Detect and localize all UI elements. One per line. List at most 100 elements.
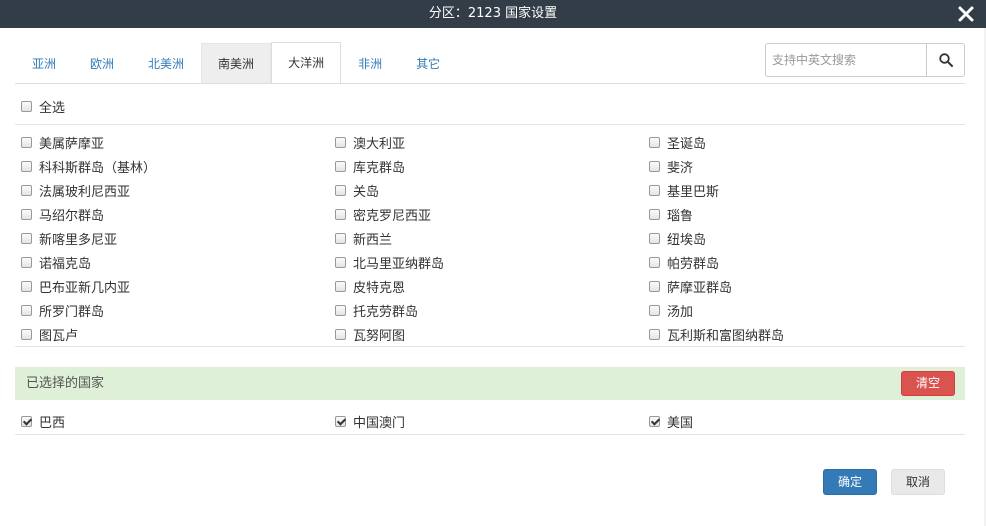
country-checkbox[interactable] xyxy=(335,280,346,292)
country-label: 所罗门群岛 xyxy=(39,304,105,320)
country-option[interactable]: 关岛 xyxy=(335,182,379,200)
country-checkbox[interactable] xyxy=(335,160,346,172)
country-label: 科科斯群岛（基林） xyxy=(39,160,157,176)
country-checkbox[interactable] xyxy=(649,208,660,220)
country-checkbox[interactable] xyxy=(335,304,346,316)
selected-country-option[interactable]: 中国澳门 xyxy=(335,413,406,431)
country-option[interactable]: 纽埃岛 xyxy=(649,230,707,248)
search-box xyxy=(765,43,965,77)
country-checkbox[interactable] xyxy=(21,280,32,292)
selected-countries-header: 已选择的国家 清空 xyxy=(15,367,965,400)
country-checkbox[interactable] xyxy=(21,328,32,340)
country-option[interactable]: 澳大利亚 xyxy=(335,134,406,152)
tab-europe[interactable]: 欧洲 xyxy=(73,43,131,83)
confirm-button[interactable]: 确定 xyxy=(823,469,877,495)
select-all-label: 全选 xyxy=(39,100,66,116)
country-checkbox[interactable] xyxy=(21,184,32,196)
country-option[interactable]: 图瓦卢 xyxy=(21,326,79,344)
tab-africa[interactable]: 非洲 xyxy=(341,43,399,83)
selected-country-option[interactable]: 美国 xyxy=(649,413,693,431)
country-checkbox[interactable] xyxy=(649,136,660,148)
country-checkbox[interactable] xyxy=(21,208,32,220)
country-option[interactable]: 基里巴斯 xyxy=(649,182,719,200)
country-option[interactable]: 瑙鲁 xyxy=(649,206,693,224)
tab-asia[interactable]: 亚洲 xyxy=(15,43,73,83)
country-label: 北马里亚纳群岛 xyxy=(353,256,445,272)
clear-button[interactable]: 清空 xyxy=(901,371,955,396)
country-option[interactable]: 斐济 xyxy=(649,158,693,176)
selected-country-checkbox[interactable] xyxy=(335,415,346,427)
country-option[interactable]: 所罗门群岛 xyxy=(21,302,105,320)
country-option[interactable]: 新喀里多尼亚 xyxy=(21,230,118,248)
selected-country-label: 中国澳门 xyxy=(353,415,406,431)
country-checkbox[interactable] xyxy=(21,304,32,316)
country-option[interactable]: 帕劳群岛 xyxy=(649,254,719,272)
search-icon xyxy=(938,53,953,67)
selected-country-option[interactable]: 巴西 xyxy=(21,413,65,431)
country-label: 图瓦卢 xyxy=(39,328,79,344)
country-option[interactable]: 密克罗尼西亚 xyxy=(335,206,432,224)
country-option[interactable]: 萨摩亚群岛 xyxy=(649,278,733,296)
country-option[interactable]: 新西兰 xyxy=(335,230,392,248)
country-checkbox[interactable] xyxy=(21,160,32,172)
country-checkbox[interactable] xyxy=(335,136,346,148)
country-checkbox[interactable] xyxy=(335,184,346,196)
country-option[interactable]: 美属萨摩亚 xyxy=(21,134,105,152)
selected-country-checkbox[interactable] xyxy=(21,415,32,427)
country-label: 新喀里多尼亚 xyxy=(39,232,118,248)
country-label: 巴布亚新几内亚 xyxy=(39,280,131,296)
tab-south-america[interactable]: 南美洲 xyxy=(201,43,272,83)
country-option[interactable]: 瓦努阿图 xyxy=(335,326,406,344)
country-checkbox[interactable] xyxy=(335,256,346,268)
country-label: 纽埃岛 xyxy=(667,232,707,248)
select-all[interactable]: 全选 xyxy=(21,98,66,116)
country-label: 澳大利亚 xyxy=(353,136,406,152)
country-option[interactable]: 北马里亚纳群岛 xyxy=(335,254,445,272)
country-option[interactable]: 瓦利斯和富图纳群岛 xyxy=(649,326,784,344)
country-option[interactable]: 圣诞岛 xyxy=(649,134,706,152)
country-option[interactable]: 库克群岛 xyxy=(335,158,405,176)
country-checkbox[interactable] xyxy=(21,136,32,148)
country-option[interactable]: 皮特克恩 xyxy=(335,278,405,296)
country-option[interactable]: 马绍尔群岛 xyxy=(21,206,105,224)
selected-countries-title: 已选择的国家 xyxy=(26,376,105,391)
search-button[interactable] xyxy=(926,43,965,77)
dialog-title: 分区：2123 国家设置 xyxy=(428,6,558,21)
close-button[interactable] xyxy=(956,4,976,24)
country-option[interactable]: 法属玻利尼西亚 xyxy=(21,182,131,200)
country-label: 法属玻利尼西亚 xyxy=(39,184,131,200)
country-label: 美属萨摩亚 xyxy=(39,136,105,152)
tab-other[interactable]: 其它 xyxy=(399,43,457,83)
select-all-checkbox[interactable] xyxy=(21,100,32,112)
country-option[interactable]: 诺福克岛 xyxy=(21,254,91,272)
country-checkbox[interactable] xyxy=(649,232,660,244)
dialog-titlebar: 分区：2123 国家设置 xyxy=(0,0,986,28)
country-checkbox[interactable] xyxy=(21,256,32,268)
country-checkbox[interactable] xyxy=(335,328,346,340)
divider xyxy=(15,346,965,347)
country-option[interactable]: 巴布亚新几内亚 xyxy=(21,278,131,296)
country-checkbox[interactable] xyxy=(335,232,346,244)
tab-oceania[interactable]: 大洋洲 xyxy=(271,42,342,83)
country-label: 萨摩亚群岛 xyxy=(667,280,733,296)
selected-country-checkbox[interactable] xyxy=(649,415,660,427)
country-checkbox[interactable] xyxy=(649,280,660,292)
country-option[interactable]: 汤加 xyxy=(649,302,693,320)
tab-north-america[interactable]: 北美洲 xyxy=(131,43,201,83)
country-label: 瓦努阿图 xyxy=(353,328,406,344)
country-option[interactable]: 托克劳群岛 xyxy=(335,302,418,320)
country-settings-dialog: 分区：2123 国家设置 亚洲 欧洲 北美洲 南美洲 大洋洲 非洲 其它 全选 … xyxy=(0,0,986,526)
country-checkbox[interactable] xyxy=(21,232,32,244)
country-label: 马绍尔群岛 xyxy=(39,208,105,224)
country-checkbox[interactable] xyxy=(649,328,660,340)
cancel-button[interactable]: 取消 xyxy=(891,469,945,495)
country-checkbox[interactable] xyxy=(649,304,660,316)
country-label: 密克罗尼西亚 xyxy=(353,208,432,224)
close-icon xyxy=(958,6,974,22)
country-checkbox[interactable] xyxy=(335,208,346,220)
country-option[interactable]: 科科斯群岛（基林） xyxy=(21,158,157,176)
country-checkbox[interactable] xyxy=(649,184,660,196)
search-input[interactable] xyxy=(765,43,926,77)
country-checkbox[interactable] xyxy=(649,160,660,172)
country-checkbox[interactable] xyxy=(649,256,660,268)
